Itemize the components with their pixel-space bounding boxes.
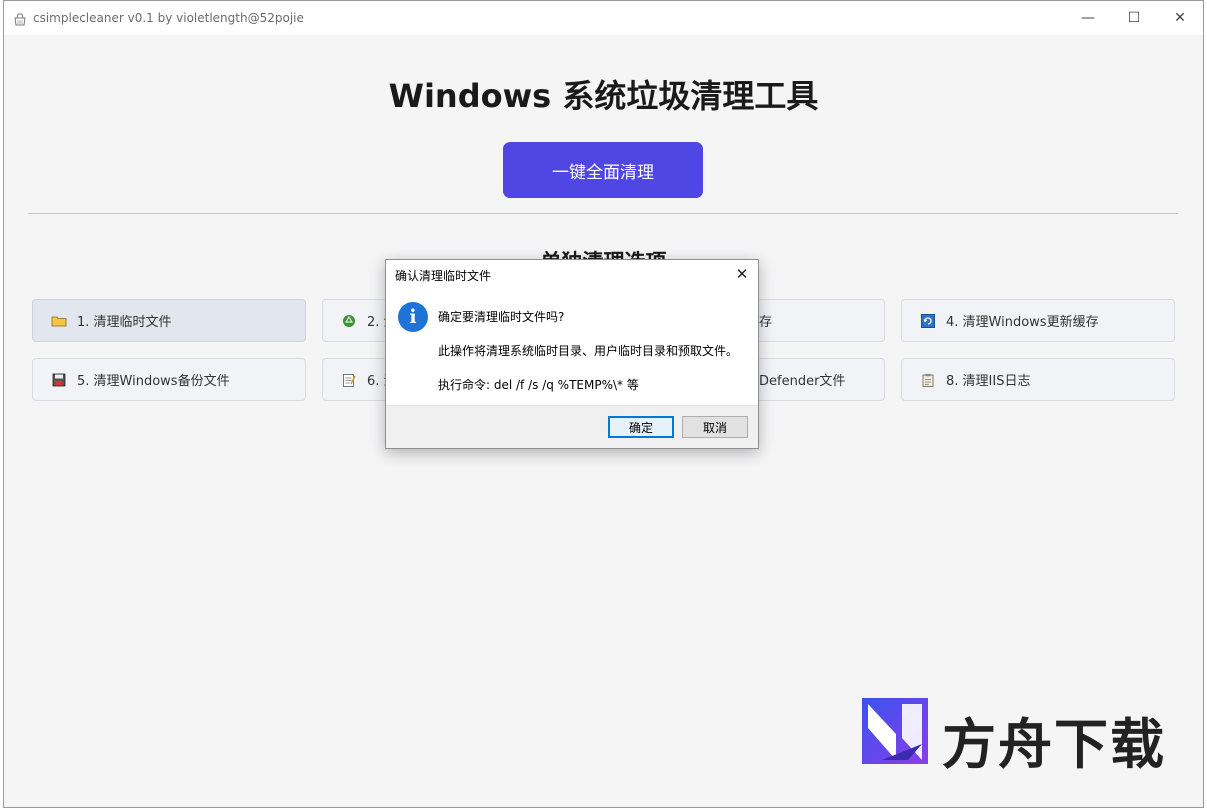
info-icon: i <box>398 302 428 332</box>
maximize-icon: ☐ <box>1127 10 1141 26</box>
option-clean-windows-update-cache[interactable]: 4. 清理Windows更新缓存 <box>901 299 1175 342</box>
dialog-body: i 确定要清理临时文件吗? 此操作将清理系统临时目录、用户临时目录和预取文件。 … <box>386 290 758 406</box>
update-icon <box>920 313 936 328</box>
option-label: 1. 清理临时文件 <box>77 315 172 330</box>
ok-button[interactable]: 确定 <box>608 416 674 438</box>
close-icon: ✕ <box>1174 10 1186 26</box>
one-click-clean-button[interactable]: 一键全面清理 <box>503 142 703 198</box>
notepad-icon <box>341 373 357 387</box>
dialog-command: 执行命令: del /f /s /q %TEMP%\* 等 <box>438 378 639 392</box>
watermark: 方舟下载 <box>862 698 1182 776</box>
page-title: Windows 系统垃圾清理工具 <box>388 77 819 115</box>
dialog-description: 此操作将清理系统临时目录、用户临时目录和预取文件。 <box>438 344 739 358</box>
dialog-footer: 确定 取消 <box>386 405 758 448</box>
clipboard-icon <box>920 373 936 387</box>
minimize-button[interactable]: — <box>1065 1 1111 35</box>
option-label: 4. 清理Windows更新缓存 <box>946 315 1099 330</box>
cancel-button[interactable]: 取消 <box>682 416 748 438</box>
watermark-text: 方舟下载 <box>942 713 1166 776</box>
option-clean-windows-backup[interactable]: 5. 清理Windows备份文件 <box>32 358 306 401</box>
option-label: 5. 清理Windows备份文件 <box>77 374 230 389</box>
folder-icon <box>51 314 67 328</box>
dialog-close-button[interactable]: ✕ <box>734 265 750 283</box>
divider <box>28 213 1178 214</box>
option-clean-temp-files[interactable]: 1. 清理临时文件 <box>32 299 306 342</box>
app-window: csimplecleaner v0.1 by violetlength@52po… <box>3 0 1204 808</box>
minimize-icon: — <box>1081 10 1095 26</box>
option-clean-iis-logs[interactable]: 8. 清理IIS日志 <box>901 358 1175 401</box>
title-bar[interactable]: csimplecleaner v0.1 by violetlength@52po… <box>4 1 1203 35</box>
dialog-title-bar[interactable]: 确认清理临时文件 ✕ <box>386 260 758 290</box>
window-title: csimplecleaner v0.1 by violetlength@52po… <box>33 11 304 25</box>
option-label: Defender文件 <box>759 374 846 389</box>
watermark-logo-icon <box>862 698 928 764</box>
dialog-title: 确认清理临时文件 <box>395 268 492 283</box>
confirm-dialog: 确认清理临时文件 ✕ i 确定要清理临时文件吗? 此操作将清理系统临时目录、用户… <box>385 259 759 449</box>
close-icon: ✕ <box>735 265 749 283</box>
option-label: 8. 清理IIS日志 <box>946 374 1031 389</box>
dialog-question: 确定要清理临时文件吗? <box>438 310 565 324</box>
recycle-icon <box>341 314 357 328</box>
broom-basket-icon <box>13 11 27 26</box>
floppy-icon <box>51 373 67 387</box>
option-label: 存 <box>759 315 773 330</box>
maximize-button[interactable]: ☐ <box>1111 1 1157 35</box>
close-button[interactable]: ✕ <box>1157 1 1203 35</box>
